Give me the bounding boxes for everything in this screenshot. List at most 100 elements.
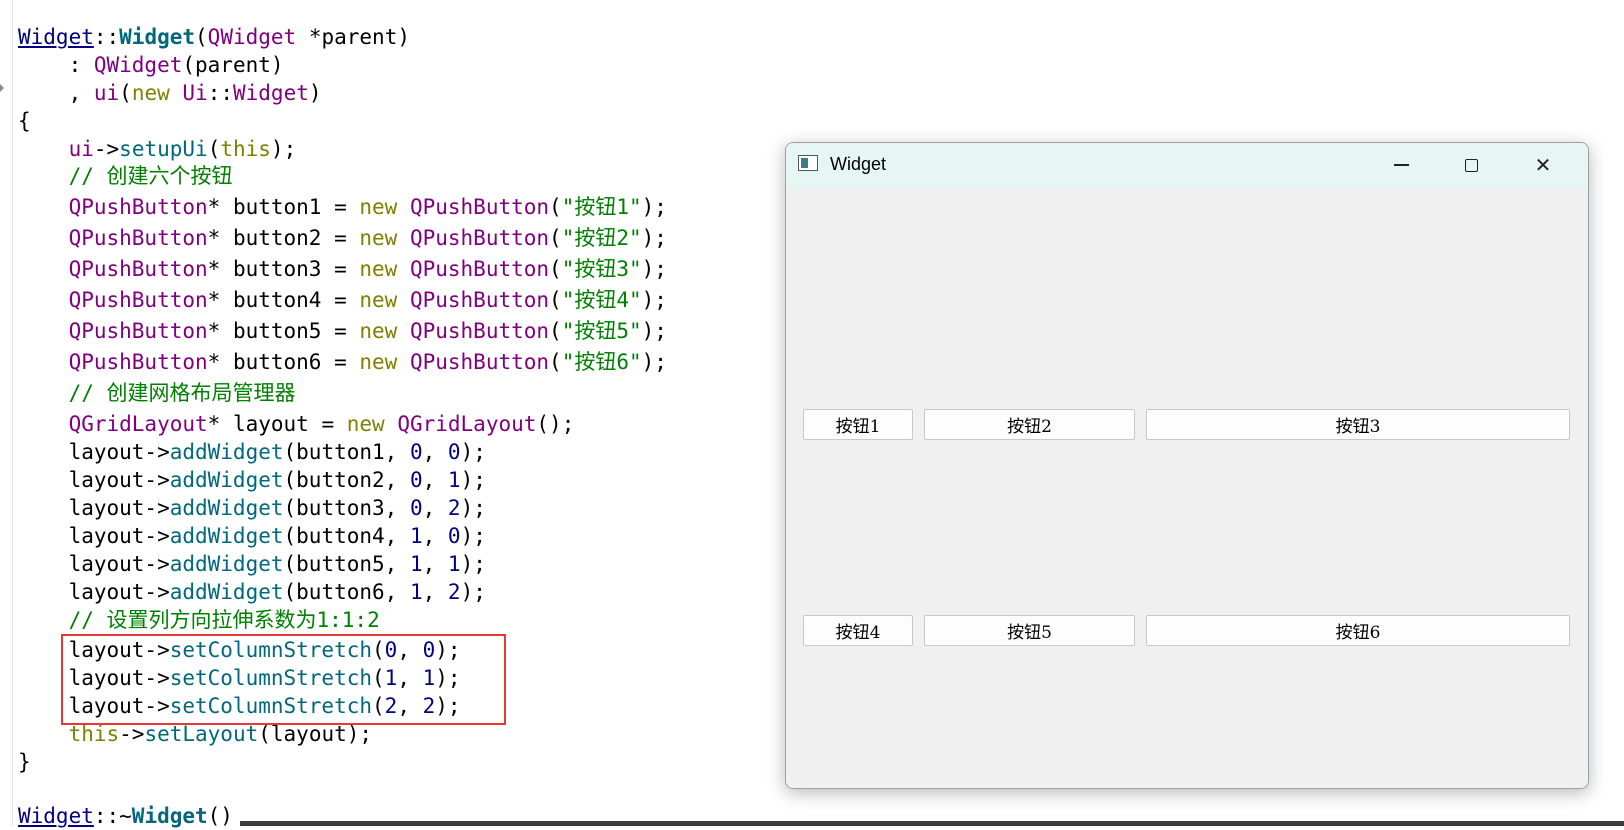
code-token: (); [536,412,575,436]
code-token: ); [460,468,486,492]
code-token: QPushButton [68,350,208,374]
code-token: , [422,552,448,576]
code-line: } [18,748,31,776]
code-token: 1 [409,580,423,604]
code-token: ); [641,257,667,281]
code-token: (button4, [283,524,410,548]
code-token: ); [460,524,486,548]
horizontal-scrollbar[interactable] [240,821,1624,826]
code-token: (parent) [182,53,284,77]
code-token: ); [641,319,667,343]
code-token: // 创建网格布局管理器 [18,381,296,405]
code-token: *parent) [296,25,410,49]
code-token: QPushButton [409,350,550,374]
code-token: (button6, [283,580,410,604]
code-token: "按钮3" [561,257,642,281]
code-token: ); [460,552,486,576]
code-line: QPushButton* button1 = new QPushButton("… [18,193,667,221]
code-token: layout-> [18,524,170,548]
code-token: * button3 = [207,257,360,281]
code-token: 2 [447,580,461,604]
code-token: () [207,804,233,828]
minimize-button[interactable] [1366,143,1436,187]
code-token: ( [549,350,562,374]
code-token: { [18,109,31,133]
code-token: ::~ [93,804,132,828]
code-token: : [18,53,94,77]
code-token: * button2 = [207,226,360,250]
window-client-area: 按钮1 按钮2 按钮3 按钮4 按钮5 按钮6 [786,187,1588,788]
code-token: Ui [182,81,208,105]
code-token: layout-> [18,580,170,604]
window-titlebar[interactable]: Widget ✕ [786,143,1588,187]
code-token: ); [641,350,667,374]
code-token: this [68,722,120,746]
code-token: QGridLayout [68,412,208,436]
code-token: 0 [409,440,423,464]
code-token: ui [93,81,120,105]
code-token: Widget [131,804,208,828]
code-token: layout-> [18,496,170,520]
code-token: ( [549,195,562,219]
minimize-icon [1393,164,1409,166]
maximize-button[interactable] [1436,143,1506,187]
code-token: ); [460,580,486,604]
app-window-icon [798,155,818,171]
code-line: Widget::Widget(QWidget *parent) [18,23,410,51]
highlight-annotation-box [61,634,506,725]
code-token: ); [460,440,486,464]
code-token: new [359,195,398,219]
code-token: (button2, [283,468,410,492]
push-button-6[interactable]: 按钮6 [1146,615,1570,646]
code-token: 0 [447,440,461,464]
code-token: new [346,412,385,436]
code-token: "按钮6" [561,350,642,374]
code-token: layout-> [18,552,170,576]
code-token: Widget [119,25,196,49]
code-token: addWidget [169,524,284,548]
code-token: ); [641,226,667,250]
code-token: Widget [18,25,94,49]
code-token: ); [641,288,667,312]
code-token: setLayout [144,722,259,746]
code-token: "按钮5" [561,319,642,343]
push-button-3[interactable]: 按钮3 [1146,409,1570,440]
code-token: QPushButton [409,319,550,343]
code-token: ); [270,137,297,161]
code-line: ui->setupUi(this); [18,135,297,163]
code-token: Widget [18,804,94,828]
code-token: QPushButton [409,226,550,250]
code-token: "按钮1" [561,195,642,219]
push-button-5[interactable]: 按钮5 [924,615,1135,646]
push-button-4[interactable]: 按钮4 [803,615,913,646]
code-line: QPushButton* button6 = new QPushButton("… [18,348,667,376]
code-token: QPushButton [409,195,550,219]
close-button[interactable]: ✕ [1508,143,1578,187]
fold-arrow-icon[interactable] [0,84,4,92]
code-token: QPushButton [68,257,208,281]
code-token: ( [549,226,562,250]
code-token: :: [207,81,233,105]
code-token: Widget [233,81,309,105]
code-token: * button6 = [207,350,360,374]
code-line: // 创建网格布局管理器 [18,379,296,407]
code-token: ( [549,288,562,312]
code-line: // 设置列方向拉伸系数为1:1:2 [18,606,380,634]
code-token: -> [93,137,120,161]
push-button-1[interactable]: 按钮1 [803,409,913,440]
code-line: layout->addWidget(button3, 0, 2); [18,494,486,522]
code-token: new [359,350,398,374]
code-token: QPushButton [409,288,550,312]
editor-gutter-divider [12,0,13,826]
push-button-2[interactable]: 按钮2 [924,409,1135,440]
code-token: new [131,81,170,105]
code-token: addWidget [169,496,284,520]
code-token: * button4 = [207,288,360,312]
